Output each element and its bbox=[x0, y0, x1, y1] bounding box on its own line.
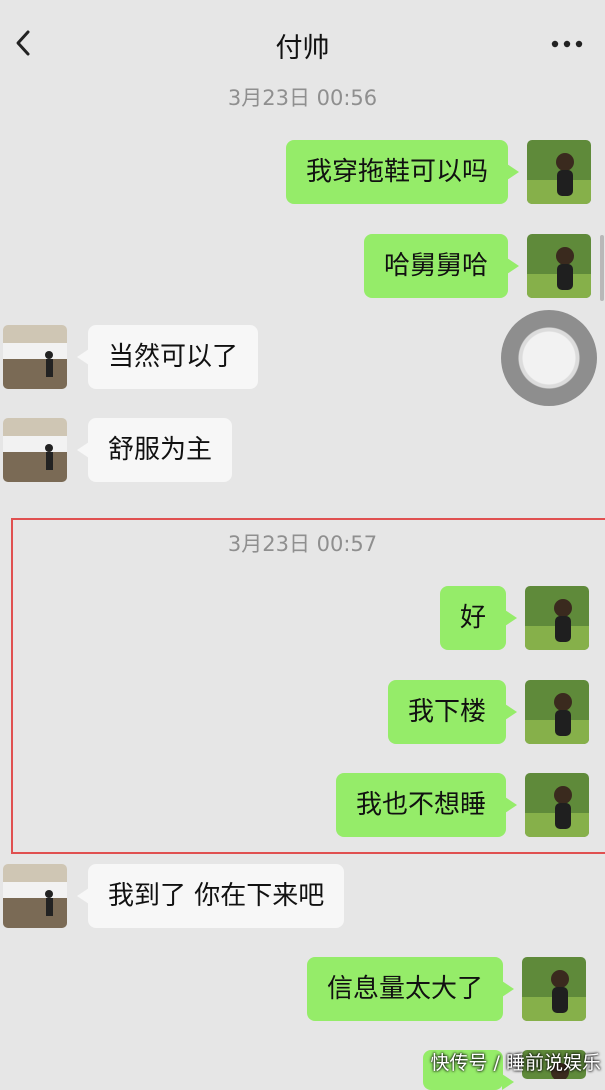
timestamp: 3月23日 00:57 bbox=[227, 532, 378, 556]
message-bubble-sent[interactable]: 哈舅舅哈 bbox=[363, 234, 520, 298]
my-avatar[interactable] bbox=[522, 957, 586, 1021]
message-bubble-sent[interactable]: 好 bbox=[439, 586, 518, 650]
scrollbar[interactable] bbox=[600, 235, 604, 301]
message-bubble-sent[interactable]: 我也不想睡 bbox=[335, 773, 518, 837]
more-dots-icon[interactable] bbox=[547, 32, 587, 56]
my-avatar[interactable] bbox=[527, 140, 591, 204]
my-avatar[interactable] bbox=[527, 234, 591, 298]
contact-avatar[interactable] bbox=[3, 325, 67, 389]
contact-avatar[interactable] bbox=[3, 418, 67, 482]
chat-header: 付帅 bbox=[0, 0, 605, 90]
contact-avatar[interactable] bbox=[3, 864, 67, 928]
message-bubble-sent[interactable]: 信息量太大了 bbox=[306, 957, 515, 1021]
my-avatar[interactable] bbox=[525, 586, 589, 650]
message-bubble-received[interactable]: 当然可以了 bbox=[76, 325, 259, 389]
message-bubble-sent[interactable]: 我穿拖鞋可以吗 bbox=[285, 140, 520, 204]
timestamp: 3月23日 00:56 bbox=[227, 86, 378, 110]
message-bubble-received[interactable]: 舒服为主 bbox=[76, 418, 233, 482]
watermark: 快传号 / 睡前说娱乐 bbox=[430, 1052, 601, 1074]
my-avatar[interactable] bbox=[525, 773, 589, 837]
message-bubble-sent[interactable]: 我下楼 bbox=[387, 680, 518, 744]
message-bubble-received[interactable]: 我到了 你在下来吧 bbox=[76, 864, 345, 928]
my-avatar[interactable] bbox=[525, 680, 589, 744]
chat-title: 付帅 bbox=[275, 33, 330, 64]
floating-assistive-button[interactable] bbox=[501, 310, 597, 406]
